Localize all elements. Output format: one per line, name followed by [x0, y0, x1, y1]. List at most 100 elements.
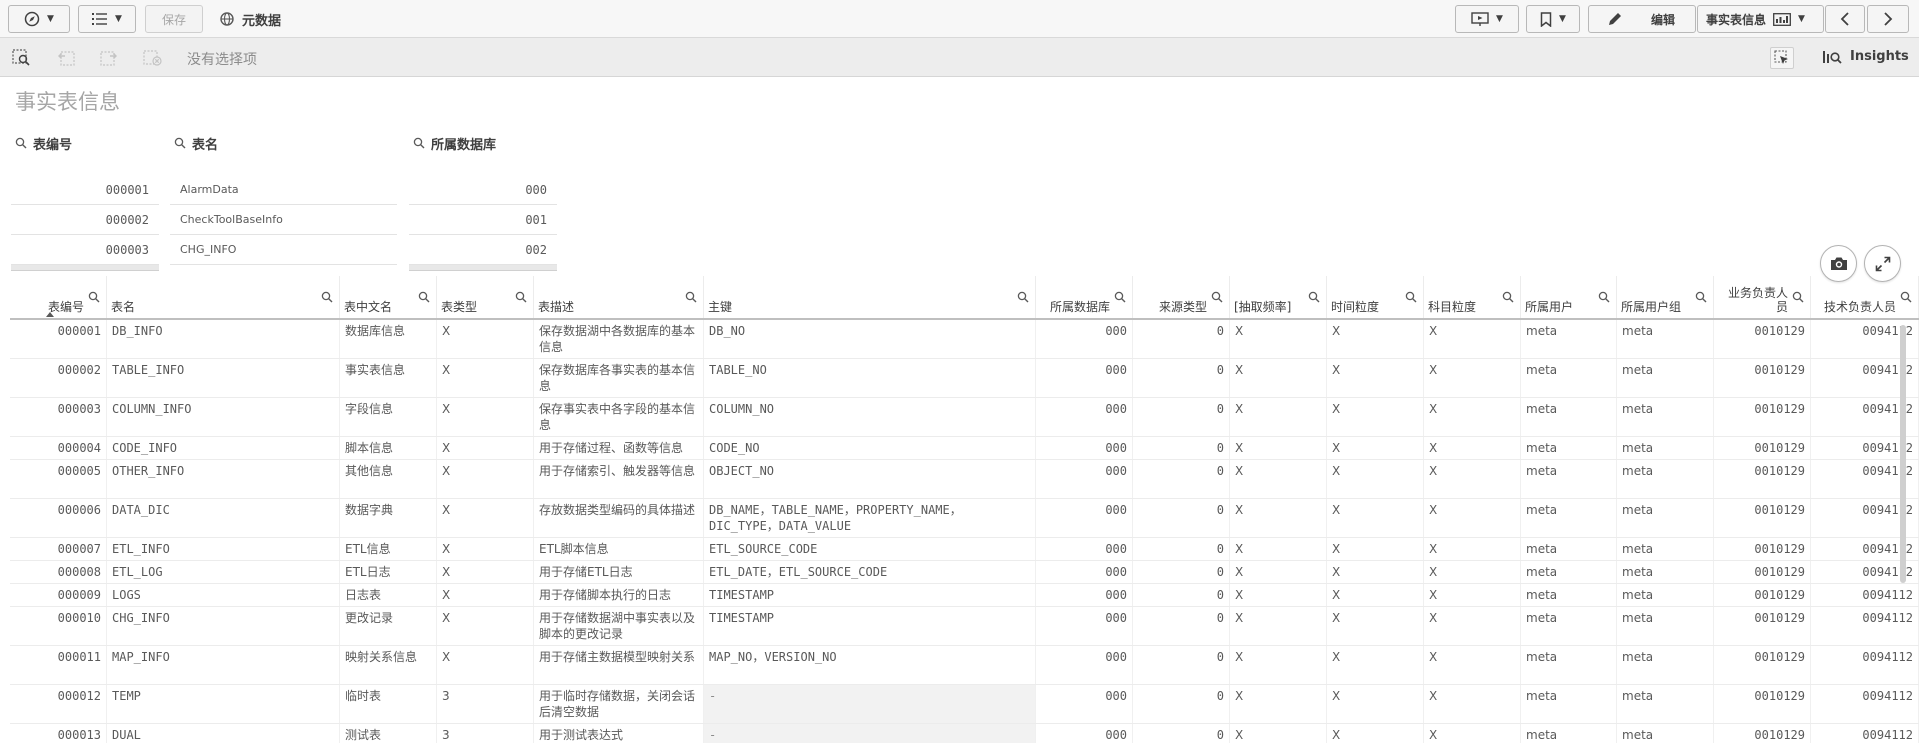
- table-cell[interactable]: MAP_INFO: [107, 646, 340, 684]
- table-cell[interactable]: X: [1327, 359, 1424, 397]
- table-cell[interactable]: 000013: [10, 724, 107, 743]
- table-cell[interactable]: 000: [1036, 685, 1133, 723]
- column-header[interactable]: 表中文名: [340, 276, 437, 318]
- table-cell[interactable]: meta: [1521, 499, 1617, 537]
- filter-pane-database[interactable]: 所属数据库 000 001 002: [409, 131, 557, 271]
- filter-value[interactable]: 000002: [11, 205, 159, 235]
- table-cell[interactable]: meta: [1617, 685, 1714, 723]
- table-cell[interactable]: X: [1424, 584, 1521, 606]
- table-cell[interactable]: 字段信息: [340, 398, 437, 436]
- table-cell[interactable]: 3: [437, 724, 534, 743]
- table-cell[interactable]: 0010129: [1714, 359, 1811, 397]
- filter-value[interactable]: CheckToolBaseInfo: [170, 205, 397, 235]
- table-cell[interactable]: 用于存储脚本执行的日志: [534, 584, 704, 606]
- selections-tool-button[interactable]: [1770, 47, 1794, 69]
- clear-all-selections-button[interactable]: [142, 48, 164, 68]
- table-cell[interactable]: 保存事实表中各字段的基本信息: [534, 398, 704, 436]
- table-cell[interactable]: 0094112: [1811, 607, 1919, 645]
- table-cell[interactable]: 用于存储主数据模型映射关系: [534, 646, 704, 684]
- table-cell[interactable]: 000011: [10, 646, 107, 684]
- filter-value[interactable]: AlarmData: [170, 175, 397, 205]
- table-cell[interactable]: 0010129: [1714, 538, 1811, 560]
- table-cell[interactable]: X: [1327, 724, 1424, 743]
- table-cell[interactable]: X: [1230, 320, 1327, 358]
- table-cell[interactable]: X: [437, 646, 534, 684]
- column-header[interactable]: 主键: [704, 276, 1036, 318]
- table-cell[interactable]: X: [1327, 646, 1424, 684]
- table-cell[interactable]: ETL_DATE，ETL_SOURCE_CODE: [704, 561, 1036, 583]
- table-cell[interactable]: meta: [1617, 398, 1714, 436]
- table-cell[interactable]: 0094112: [1811, 584, 1919, 606]
- table-cell[interactable]: meta: [1617, 584, 1714, 606]
- table-cell[interactable]: ETL脚本信息: [534, 538, 704, 560]
- global-menu-button[interactable]: ▼: [78, 5, 136, 33]
- table-cell[interactable]: 0010129: [1714, 398, 1811, 436]
- table-row[interactable]: 000006 DATA_DIC 数据字典 X 存放数据类型编码的具体描述 DB_NAME，…: [10, 499, 1919, 538]
- table-cell[interactable]: X: [437, 561, 534, 583]
- table-cell[interactable]: 0010129: [1714, 561, 1811, 583]
- column-header[interactable]: 所属数据库: [1036, 276, 1133, 318]
- table-cell[interactable]: DB_NAME，TABLE_NAME，PROPERTY_NAME，DIC_TYP…: [704, 499, 1036, 537]
- table-cell[interactable]: LOGS: [107, 584, 340, 606]
- table-cell[interactable]: 用于临时存储数据，关闭会话后清空数据: [534, 685, 704, 723]
- save-button[interactable]: 保存: [145, 5, 203, 33]
- table-cell[interactable]: 000: [1036, 724, 1133, 743]
- column-header[interactable]: 所属用户: [1521, 276, 1617, 318]
- table-cell[interactable]: 0010129: [1714, 499, 1811, 537]
- table-cell[interactable]: X: [1424, 561, 1521, 583]
- table-cell[interactable]: X: [437, 460, 534, 498]
- table-cell[interactable]: 用于存储数据湖中事实表以及脚本的更改记录: [534, 607, 704, 645]
- table-scrollbar[interactable]: [1900, 325, 1906, 583]
- table-cell[interactable]: 0010129: [1714, 724, 1811, 743]
- table-cell[interactable]: meta: [1521, 460, 1617, 498]
- table-cell[interactable]: 0010129: [1714, 320, 1811, 358]
- sheet-selector[interactable]: 事实表信息 ▼: [1697, 5, 1824, 33]
- column-search-icon[interactable]: [1114, 291, 1126, 303]
- step-forward-button[interactable]: [98, 48, 120, 68]
- table-cell[interactable]: 000001: [10, 320, 107, 358]
- table-cell[interactable]: meta: [1617, 437, 1714, 459]
- table-cell[interactable]: X: [1327, 538, 1424, 560]
- filter-value[interactable]: 000003: [11, 235, 159, 265]
- table-cell[interactable]: ETL_LOG: [107, 561, 340, 583]
- table-cell[interactable]: 数据库信息: [340, 320, 437, 358]
- table-cell[interactable]: X: [1230, 499, 1327, 537]
- table-cell[interactable]: COLUMN_NO: [704, 398, 1036, 436]
- table-cell[interactable]: X: [1424, 724, 1521, 743]
- table-cell[interactable]: meta: [1617, 320, 1714, 358]
- table-cell[interactable]: X: [1424, 398, 1521, 436]
- table-cell[interactable]: meta: [1617, 499, 1714, 537]
- filter-value[interactable]: 000: [409, 175, 557, 205]
- table-cell[interactable]: X: [1424, 437, 1521, 459]
- table-cell[interactable]: meta: [1521, 724, 1617, 743]
- table-cell[interactable]: X: [1424, 320, 1521, 358]
- table-cell[interactable]: 0010129: [1714, 607, 1811, 645]
- column-header[interactable]: 表类型: [437, 276, 534, 318]
- table-cell[interactable]: CODE_INFO: [107, 437, 340, 459]
- table-cell[interactable]: DUAL: [107, 724, 340, 743]
- table-cell[interactable]: meta: [1521, 398, 1617, 436]
- table-cell[interactable]: 000: [1036, 538, 1133, 560]
- table-row[interactable]: 000010 CHG_INFO 更改记录 X 用于存储数据湖中事实表以及脚本的更改记录 T…: [10, 607, 1919, 646]
- table-cell[interactable]: 000: [1036, 499, 1133, 537]
- table-cell[interactable]: X: [1327, 320, 1424, 358]
- table-cell[interactable]: meta: [1521, 320, 1617, 358]
- filter-value[interactable]: 000001: [11, 175, 159, 205]
- table-row[interactable]: 000001 DB_INFO 数据库信息 X 保存数据湖中各数据库的基本信息 DB_NO 0…: [10, 320, 1919, 359]
- table-cell[interactable]: 数据字典: [340, 499, 437, 537]
- table-cell[interactable]: 000007: [10, 538, 107, 560]
- table-cell[interactable]: 0010129: [1714, 584, 1811, 606]
- column-search-icon[interactable]: [1308, 291, 1320, 303]
- table-cell[interactable]: X: [437, 320, 534, 358]
- table-cell[interactable]: X: [437, 607, 534, 645]
- table-cell[interactable]: CHG_INFO: [107, 607, 340, 645]
- column-search-icon[interactable]: [515, 291, 527, 303]
- table-cell[interactable]: meta: [1521, 561, 1617, 583]
- table-cell[interactable]: X: [1327, 584, 1424, 606]
- table-cell[interactable]: X: [1230, 359, 1327, 397]
- table-cell[interactable]: 000009: [10, 584, 107, 606]
- table-row[interactable]: 000002 TABLE_INFO 事实表信息 X 保存数据库各事实表的基本信息 TABL…: [10, 359, 1919, 398]
- column-header[interactable]: 所属用户组: [1617, 276, 1714, 318]
- table-cell[interactable]: 000: [1036, 584, 1133, 606]
- table-cell[interactable]: X: [1424, 646, 1521, 684]
